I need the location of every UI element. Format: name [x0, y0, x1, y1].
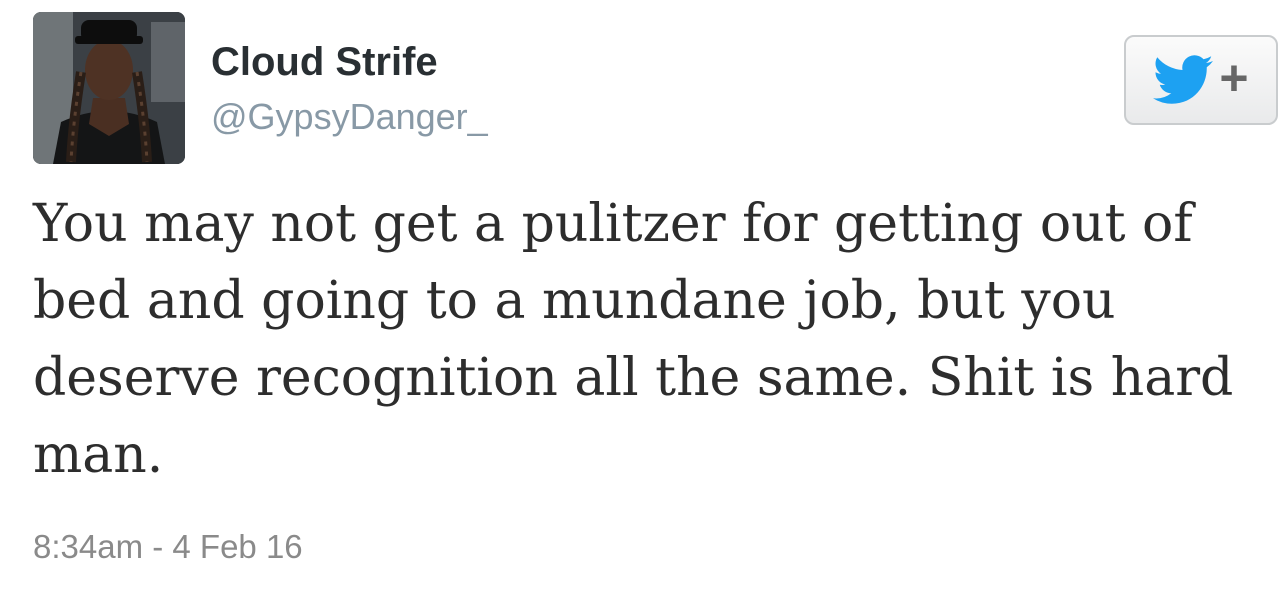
tweet-text: You may not get a pulitzer for getting o… — [33, 194, 1234, 485]
display-name[interactable]: Cloud Strife — [211, 40, 438, 85]
follow-button[interactable]: + — [1124, 35, 1278, 125]
avatar-photo — [33, 12, 185, 164]
avatar[interactable] — [33, 12, 185, 164]
tweet-timestamp[interactable]: 8:34am - 4 Feb 16 — [33, 528, 303, 566]
user-handle[interactable]: @GypsyDanger_ — [211, 96, 488, 138]
twitter-bird-icon — [1153, 55, 1214, 104]
plus-icon: + — [1219, 50, 1249, 106]
